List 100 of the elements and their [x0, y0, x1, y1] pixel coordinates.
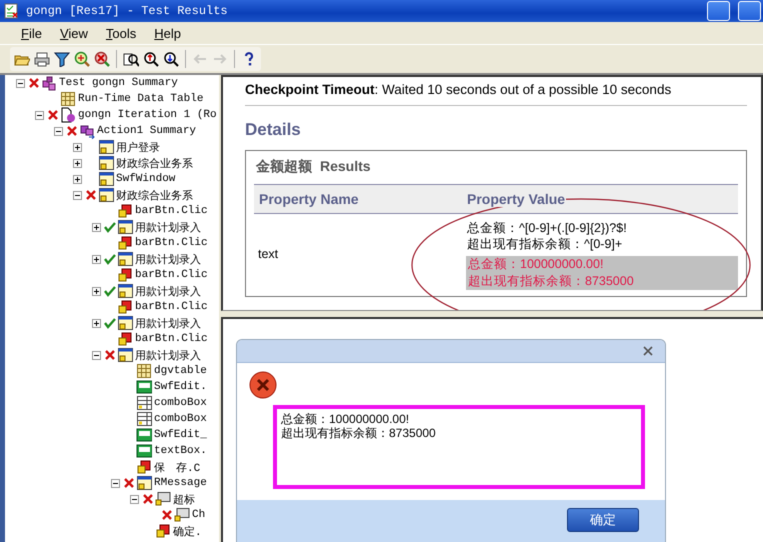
tree-item[interactable]: Ch: [192, 509, 206, 521]
tree-item[interactable]: barBtn.Clic: [135, 301, 208, 313]
cube-icon: [117, 203, 133, 219]
collapse-icon[interactable]: [34, 110, 44, 120]
window-icon: [117, 283, 133, 299]
tree-item[interactable]: barBtn.Clic: [135, 237, 208, 249]
print-icon[interactable]: [34, 51, 50, 67]
window-icon: [98, 155, 114, 171]
menu-item[interactable]: Tools: [98, 24, 144, 42]
grid-table-icon: [136, 363, 152, 379]
tree-item[interactable]: gongn Iteration 1 (Ro: [78, 109, 217, 121]
label-icon: [174, 507, 190, 523]
tree-item[interactable]: textBox.: [154, 445, 207, 457]
cube-icon: [117, 267, 133, 283]
tree-item[interactable]: 保 存.C: [154, 460, 200, 474]
expand-icon[interactable]: [92, 286, 100, 296]
menu-item[interactable]: View: [52, 24, 95, 42]
cubes-icon: [79, 123, 95, 139]
window-icon: [117, 219, 133, 235]
cube-icon: [117, 299, 133, 315]
tree-item[interactable]: 用款计划录入: [135, 284, 201, 298]
actual-value: 总金额：100000000.00! 超出现有指标余额：8735000: [466, 256, 738, 290]
tree-item[interactable]: Test gongn Summary: [59, 77, 178, 89]
tree-item[interactable]: 确定.: [173, 524, 202, 538]
column-header: Property Value: [466, 191, 566, 207]
tree-item[interactable]: SwfEdit.: [154, 381, 207, 393]
text-field-icon: [136, 427, 152, 443]
tree-item[interactable]: comboBox: [154, 413, 207, 425]
minimize-button[interactable]: [707, 1, 730, 21]
message-text: 总金额：100000000.00! 超出现有指标余额：8735000: [273, 405, 645, 489]
expand-icon[interactable]: [92, 222, 100, 232]
label-icon: [155, 491, 171, 507]
maximize-button[interactable]: [738, 1, 761, 21]
property-name: text: [258, 247, 280, 261]
results-label: Results: [320, 158, 371, 176]
window-icon: [117, 251, 133, 267]
search-delete-icon[interactable]: [94, 51, 110, 67]
tree-item[interactable]: 财政综合业务系: [116, 188, 193, 202]
cube-icon: [136, 459, 152, 475]
tree-item[interactable]: RMessage: [154, 477, 207, 489]
collapse-icon[interactable]: [92, 350, 100, 360]
expand-icon[interactable]: [92, 318, 100, 328]
window-icon: [98, 171, 114, 187]
filter-icon[interactable]: [54, 51, 70, 67]
tree-item[interactable]: dgvtable: [154, 365, 207, 377]
ok-button[interactable]: 确定: [567, 508, 639, 532]
cubes-icon: [41, 75, 57, 91]
tree-item[interactable]: 用款计划录入: [135, 348, 201, 362]
expand-icon[interactable]: [72, 174, 82, 184]
checkpoint-name: 金额超额: [256, 158, 312, 176]
collapse-icon[interactable]: [54, 126, 62, 136]
tree-item[interactable]: Run-Time Data Table: [78, 93, 204, 105]
window-title: gongn [Res17] - Test Results: [26, 4, 229, 18]
window-icon: [98, 187, 114, 203]
tree-item[interactable]: 财政综合业务系: [116, 156, 193, 170]
tree-item[interactable]: 用款计划录入: [135, 316, 201, 330]
tree-item[interactable]: barBtn.Clic: [135, 269, 208, 281]
tree-item[interactable]: comboBox: [154, 397, 207, 409]
text-field-icon: [136, 379, 152, 395]
window-icon: [98, 139, 114, 155]
collapse-icon[interactable]: [72, 190, 82, 200]
tree-item[interactable]: Action1 Summary: [97, 125, 196, 137]
tree-item[interactable]: barBtn.Clic: [135, 333, 208, 345]
checkpoint-message: Checkpoint Timeout: Waited 10 seconds out of a possible 10 seconds: [245, 77, 747, 106]
document-cube-icon: [60, 107, 76, 123]
tree-item[interactable]: barBtn.Clic: [135, 205, 208, 217]
tree-item[interactable]: 用款计划录入: [135, 252, 201, 266]
zoom-down-icon[interactable]: [163, 51, 179, 67]
tree-item[interactable]: SwfWindow: [116, 173, 176, 185]
window-icon: [136, 475, 152, 491]
expand-icon[interactable]: [92, 254, 100, 264]
grid-table-icon: [60, 91, 76, 107]
list-box-icon: [136, 411, 152, 427]
menu-item[interactable]: Help: [147, 24, 188, 42]
tree-item[interactable]: SwfEdit_: [154, 429, 207, 441]
menu-item[interactable]: File: [14, 24, 49, 42]
expected-value: 超出现有指标余额：^[0-9]+: [466, 236, 624, 252]
error-icon: [249, 371, 277, 399]
details-heading: Details: [245, 120, 302, 140]
search-plus-icon[interactable]: [74, 51, 90, 67]
cube-icon: [117, 235, 133, 251]
cube-icon: [117, 331, 133, 347]
tree-item[interactable]: 用户登录: [116, 140, 160, 154]
window-icon: [117, 315, 133, 331]
app-icon: [4, 3, 20, 19]
tree-item[interactable]: 用款计划录入: [135, 220, 201, 234]
collapse-icon[interactable]: [110, 478, 120, 488]
column-header: Property Name: [258, 191, 360, 207]
cube-icon: [155, 523, 171, 539]
tree-item[interactable]: 超标: [173, 492, 195, 506]
zoom-up-icon[interactable]: [143, 51, 159, 67]
window-icon: [117, 347, 133, 363]
expand-icon[interactable]: [72, 158, 82, 168]
expand-icon[interactable]: [72, 142, 82, 152]
collapse-icon[interactable]: [130, 494, 138, 504]
close-icon[interactable]: [643, 346, 653, 356]
text-field-icon: [136, 443, 152, 459]
collapse-icon[interactable]: [16, 78, 24, 88]
expected-value: 总金额：^[0-9]+(.[0-9]{2})?$!: [466, 220, 628, 236]
find-icon[interactable]: [123, 51, 139, 67]
